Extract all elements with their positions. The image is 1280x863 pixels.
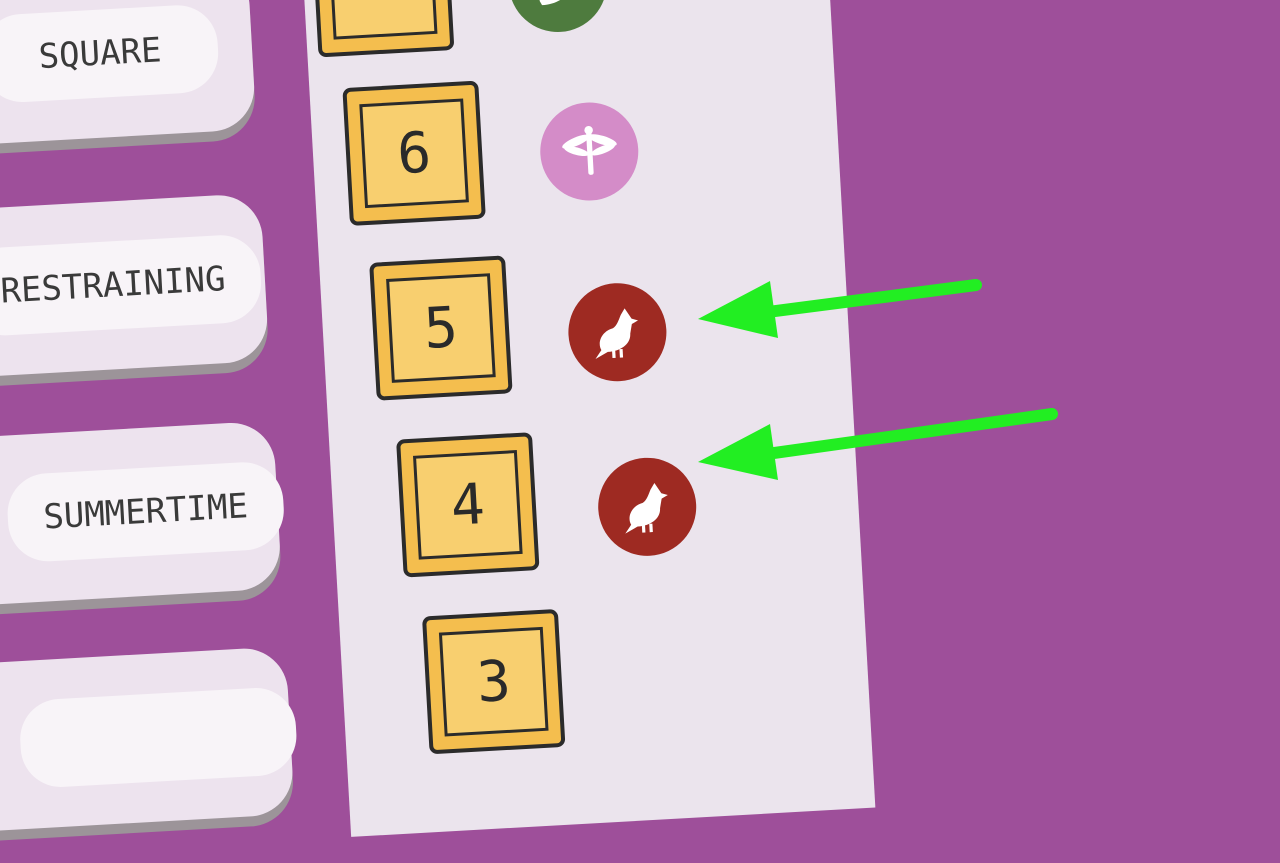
- word-label: [18, 685, 299, 790]
- word-label: RESTRAINING: [0, 233, 264, 338]
- tile-number: 4: [412, 450, 523, 560]
- number-tile-6[interactable]: 6: [342, 80, 486, 226]
- word-card-square[interactable]: SQUARE: [0, 0, 257, 153]
- number-tile[interactable]: [310, 0, 455, 58]
- tile-number: [327, 0, 438, 40]
- tile-number: 3: [438, 626, 549, 737]
- cardinal-bird-icon: [595, 308, 639, 359]
- word-card-partial[interactable]: [0, 646, 299, 838]
- number-tile-5[interactable]: 5: [369, 255, 513, 401]
- tile-number: 6: [359, 98, 469, 209]
- word-card-restraining[interactable]: RESTRAINING: [0, 192, 270, 385]
- leaf-icon: [539, 0, 578, 6]
- word-label: SUMMERTIME: [5, 460, 286, 564]
- number-tile-3[interactable]: 3: [421, 608, 566, 755]
- game-board: SQUARE RESTRAINING SUMMERTIME 6 5 4 3: [0, 0, 1280, 838]
- cardinal-bird-icon: [625, 483, 668, 534]
- tile-number: 5: [386, 273, 496, 383]
- word-label: SQUARE: [0, 3, 221, 105]
- number-tile-4[interactable]: 4: [396, 432, 540, 578]
- dragonfly-icon: [562, 126, 617, 175]
- word-card-summertime[interactable]: SUMMERTIME: [0, 420, 286, 612]
